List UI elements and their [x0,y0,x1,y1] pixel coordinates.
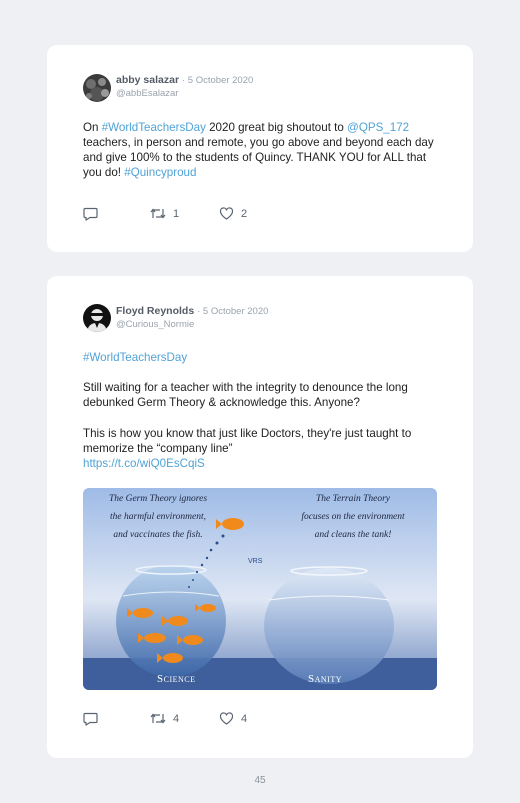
caption-line: The Germ Theory ignores [108,494,208,504]
caption-line: and vaccinates the fish. [113,530,203,540]
left-caption: The Germ Theory ignores the harmful envi… [83,490,233,544]
vrs-label: VRS [248,558,263,565]
heart-icon [219,207,234,220]
like-button[interactable]: 2 [219,207,247,220]
author-name[interactable]: Floyd Reynolds [116,305,194,317]
retweet-icon [150,208,166,219]
mention-link[interactable]: @QPS_172 [347,121,409,134]
hashtag-link[interactable]: #WorldTeachersDay [83,351,187,364]
caption-line: focuses on the environment [301,512,405,522]
reply-button[interactable] [83,207,98,221]
tweet-date: · 5 October 2020 [197,306,269,317]
retweet-button[interactable]: 4 [150,712,179,725]
caption-line: and cleans the tank! [314,530,392,540]
author-line: abby salazar · 5 October 2020 [116,74,253,86]
reply-icon [83,712,98,726]
tweet-image[interactable]: The Germ Theory ignores the harmful envi… [83,488,437,690]
avatar[interactable] [83,304,111,332]
page-number: 45 [254,775,266,786]
tweet-text: Still waiting for a teacher with the int… [83,381,408,409]
hashtag-link[interactable]: #Quincyproud [124,166,196,179]
science-label: Science [157,673,196,685]
url-link[interactable]: https://t.co/wiQ0EsCqiS [83,457,205,470]
hashtag-link[interactable]: #WorldTeachersDay [102,121,206,134]
tweet-hashtag: #WorldTeachersDay [83,350,443,365]
text-segment: On [83,121,102,134]
caption-line: The Terrain Theory [315,494,391,504]
reply-icon [83,207,98,221]
text-segment: This is how you know that just like Doct… [83,427,412,455]
right-caption: The Terrain Theory focuses on the enviro… [283,490,423,544]
tweet-card: abby salazar · 5 October 2020 @abbEsalaz… [47,45,473,252]
tweet-text: On #WorldTeachersDay 2020 great big shou… [83,120,443,180]
author-handle[interactable]: @Curious_Normie [116,319,194,330]
tweet-text: This is how you know that just like Doct… [83,426,443,471]
retweet-button[interactable]: 1 [150,207,179,220]
author-name[interactable]: abby salazar [116,74,179,86]
heart-icon [219,712,234,725]
tweet-actions: 1 2 [83,207,383,223]
tweet-actions: 4 4 [83,712,383,728]
caption-line: the harmful environment, [110,512,206,522]
like-button[interactable]: 4 [219,712,247,725]
retweet-count: 4 [173,712,180,725]
author-handle[interactable]: @abbEsalazar [116,88,178,99]
retweet-icon [150,713,166,724]
author-line: Floyd Reynolds · 5 October 2020 [116,305,268,317]
like-count: 4 [241,712,248,725]
text-segment: 2020 great big shoutout to [205,121,348,134]
tweet-date: · 5 October 2020 [181,75,254,86]
tweet-card: Floyd Reynolds · 5 October 2020 @Curious… [47,276,473,758]
avatar[interactable] [83,74,111,102]
retweet-count: 1 [173,207,180,220]
sanity-label: Sanity [308,673,343,685]
like-count: 2 [241,207,248,220]
reply-button[interactable] [83,712,98,726]
